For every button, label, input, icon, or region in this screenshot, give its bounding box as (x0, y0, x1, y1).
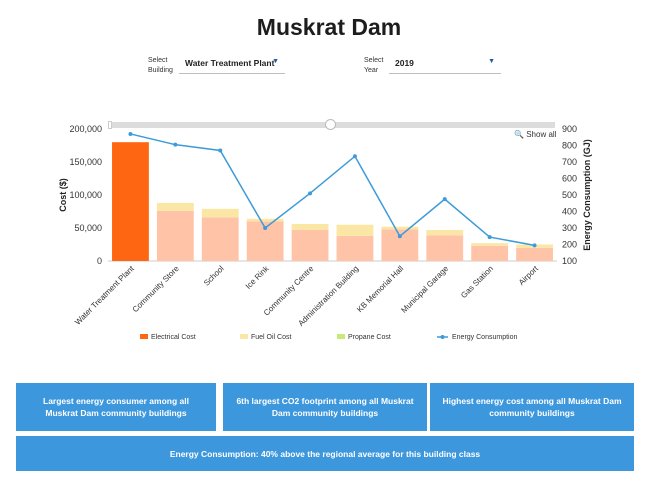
y-right-tick-label: 800 (562, 141, 577, 151)
x-tick-label: KB Memorial Hall (355, 264, 405, 314)
y-right-tick-label: 500 (562, 190, 577, 200)
legend-marker (440, 335, 445, 339)
x-tick-label: Gas Station (459, 264, 495, 300)
y-right-tick-label: 600 (562, 174, 577, 184)
insight-card-text: Energy Consumption: 40% above the region… (169, 448, 481, 459)
legend-label: Electrical Cost (151, 334, 196, 341)
energy-consumption-point (128, 131, 133, 136)
y-right-tick-label: 400 (562, 207, 577, 217)
bar-fuel-oil-cost (156, 202, 194, 211)
x-tick-label: Water Treatment Plant (73, 264, 136, 327)
energy-consumption-point (173, 142, 178, 147)
bar-fuel-oil-cost (201, 208, 239, 218)
insight-card-text: 6th largest CO2 footprint among all Musk… (236, 396, 414, 418)
energy-consumption-point (352, 154, 357, 159)
bar-electrical-cost (201, 217, 239, 261)
bar-fuel-oil-cost (246, 218, 284, 222)
legend-label: Fuel Oil Cost (251, 334, 292, 341)
y-right-tick-label: 900 (562, 124, 577, 134)
legend-label: Propane Cost (348, 334, 391, 341)
y-right-tick-label: 100 (562, 256, 577, 266)
bar-fuel-oil-cost (336, 224, 374, 236)
insight-card-energy-cost: Highest energy cost among all Muskrat Da… (430, 383, 634, 431)
energy-consumption-point (532, 243, 537, 248)
energy-consumption-point (397, 234, 402, 239)
energy-consumption-point (263, 226, 268, 230)
bar-electrical-cost (156, 210, 194, 261)
x-tick-label: Ice Rink (244, 263, 272, 291)
insight-card-co2: 6th largest CO2 footprint among all Musk… (223, 383, 427, 431)
bar-fuel-oil-cost (291, 224, 329, 230)
legend-label: Energy Consumption (452, 334, 517, 341)
chart: 0 50,000 100,000 150,000 200,000 100 200 300 400… (58, 124, 592, 341)
x-tick-label: School (202, 264, 226, 288)
x-tick-label: Municipal Garage (399, 264, 450, 315)
bar-fuel-oil-cost (426, 229, 464, 236)
bar-electrical-cost (471, 245, 509, 261)
insight-card-regional-average: Energy Consumption: 40% above the region… (16, 436, 634, 471)
y-tick-label: 200,000 (69, 124, 102, 134)
y-axis-title: Cost ($) (58, 178, 68, 212)
y-right-axis-title: Energy Consumption (GJ) (582, 139, 592, 251)
legend-swatch (240, 334, 248, 339)
insight-card-text: Largest energy consumer among all Muskra… (43, 396, 189, 418)
y-right-tick-label: 300 (562, 223, 577, 233)
energy-consumption-point (308, 191, 313, 196)
y-tick-label: 100,000 (69, 190, 102, 200)
y-right-tick-label: 700 (562, 157, 577, 167)
y-right-tick-label: 200 (562, 240, 577, 250)
x-tick-label: Community Store (131, 264, 181, 314)
legend-swatch (140, 334, 148, 339)
y-tick-label: 0 (97, 256, 102, 266)
bar-electrical-cost (516, 247, 553, 261)
bar-electrical-cost (426, 235, 464, 261)
bar-electrical-cost (381, 229, 419, 261)
bar-electrical-cost (112, 142, 149, 261)
energy-consumption-point (218, 148, 223, 153)
insight-card-text: Highest energy cost among all Muskrat Da… (442, 396, 622, 418)
energy-consumption-point (487, 235, 492, 240)
bar-electrical-cost (336, 235, 374, 261)
x-tick-label: Airport (517, 264, 541, 288)
energy-consumption-point (442, 197, 447, 202)
bar-electrical-cost (291, 229, 329, 261)
bar-fuel-oil-cost (381, 226, 419, 230)
bar-fuel-oil-cost (471, 243, 509, 246)
y-tick-label: 50,000 (74, 223, 102, 233)
legend-swatch (337, 334, 345, 339)
insight-card-energy-consumer: Largest energy consumer among all Muskra… (16, 383, 216, 431)
y-tick-label: 150,000 (69, 157, 102, 167)
